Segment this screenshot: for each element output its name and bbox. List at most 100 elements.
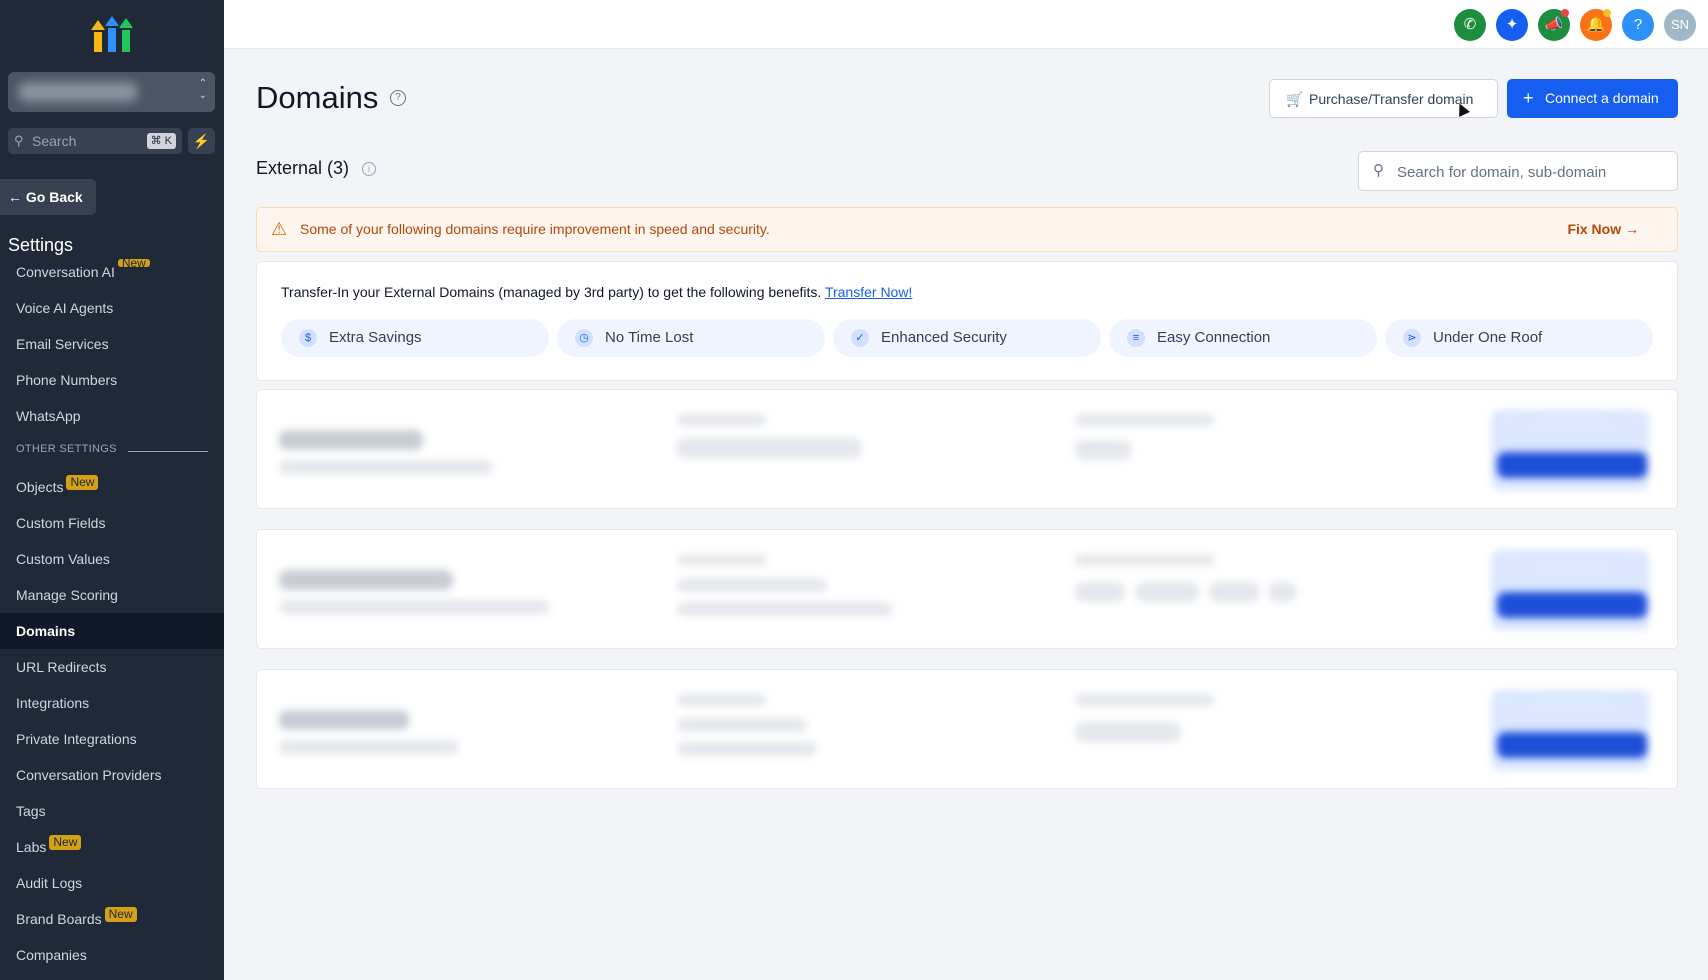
arrow-right-icon: → [1625, 221, 1639, 237]
benefit-label: Easy Connection [1157, 329, 1271, 346]
phone-icon[interactable]: ✆ [1454, 9, 1486, 41]
dollar-icon: $ [299, 329, 317, 347]
sidebar-item-companies[interactable]: Companies [0, 937, 224, 973]
redacted-column-label [1075, 414, 1215, 426]
sidebar-item-audit-logs[interactable]: Audit Logs [0, 865, 224, 901]
new-badge: New [117, 259, 150, 267]
redacted-product-tag [1135, 582, 1199, 602]
sidebar-item-voice-ai-agents[interactable]: Voice AI Agents [0, 290, 224, 326]
transfer-benefits-card: Transfer-In your External Domains (manag… [256, 261, 1678, 381]
sparkle-icon[interactable]: ✦ [1496, 9, 1528, 41]
sidebar-item-domains[interactable]: Domains [0, 613, 224, 649]
redacted-product-tag [1075, 440, 1131, 460]
account-switcher[interactable]: ⌃ ⌄ [8, 72, 215, 112]
redacted-product-tag [1075, 722, 1181, 742]
sidebar-item-label: Domains [16, 623, 76, 639]
sidebar-item-phone-numbers[interactable]: Phone Numbers [0, 362, 224, 398]
other-settings-label: OTHER SETTINGS [16, 443, 117, 455]
connect-domain-button[interactable]: + Connect a domain [1507, 79, 1678, 118]
domain-card[interactable] [256, 529, 1678, 649]
sidebar-item-integrations[interactable]: Integrations [0, 685, 224, 721]
quick-action-bolt-icon[interactable]: ⚡ [188, 128, 215, 154]
sidebar-item-custom-fields[interactable]: Custom Fields [0, 505, 224, 541]
share-icon: ⋗ [1403, 329, 1421, 347]
page-title: Domains [256, 80, 379, 115]
fix-now-link[interactable]: Fix Now → [1567, 208, 1639, 251]
sidebar-item-label: Objects [16, 479, 64, 495]
redacted-domain-subtitle [279, 600, 549, 614]
sidebar-item-label: Integrations [16, 695, 90, 711]
warning-banner: ⚠ Some of your following domains require… [256, 207, 1678, 252]
domain-search[interactable]: ⚲ [1358, 151, 1678, 192]
transfer-lead: Transfer-In your External Domains (manag… [281, 284, 912, 300]
sidebar-item-label: Custom Values [16, 551, 110, 567]
redacted-primary-button[interactable] [1497, 452, 1647, 478]
sliders-icon: ≡ [1127, 329, 1145, 347]
sidebar-item-label: Voice AI Agents [16, 300, 114, 316]
sidebar-item-email-services[interactable]: Email Services [0, 326, 224, 362]
redacted-subdomain [677, 438, 862, 458]
arrow-left-icon: ← [8, 189, 22, 205]
domain-search-input[interactable] [1395, 152, 1669, 192]
external-section-title: External (3) [256, 158, 350, 178]
avatar[interactable]: SN [1664, 9, 1696, 41]
sidebar-item-whatsapp[interactable]: WhatsApp [0, 398, 224, 434]
redacted-manage-button[interactable] [1527, 698, 1617, 718]
redacted-subdomain [677, 602, 892, 616]
megaphone-icon[interactable]: 📣 [1538, 9, 1570, 41]
sidebar-item-url-redirects[interactable]: URL Redirects [0, 649, 224, 685]
sidebar-item-label: Phone Numbers [16, 372, 118, 388]
transfer-now-link[interactable]: Transfer Now! [825, 284, 912, 300]
redacted-domain-subtitle [279, 740, 459, 754]
top-bar: ✆ ✦ 📣 🔔 ? SN [224, 0, 1708, 49]
redacted-primary-button[interactable] [1497, 592, 1647, 618]
redacted-manage-button[interactable] [1527, 418, 1617, 438]
bell-icon[interactable]: 🔔 [1580, 9, 1612, 41]
benefit-under-one-roof: ⋗ Under One Roof [1385, 319, 1653, 357]
sidebar-item-manage-scoring[interactable]: Manage Scoring [0, 577, 224, 613]
sidebar-item-label: Manage Scoring [16, 587, 118, 603]
redacted-column-label [677, 414, 767, 426]
redacted-domain-subtitle [279, 460, 493, 474]
new-badge: New [66, 475, 99, 490]
redacted-column-label [1075, 554, 1215, 566]
domain-card[interactable] [256, 389, 1678, 509]
redacted-subdomain [677, 742, 817, 756]
chevron-updown-icon: ⌃ ⌄ [198, 78, 207, 101]
redacted-manage-button[interactable] [1527, 558, 1617, 578]
go-back-button[interactable]: ← Go Back [0, 179, 96, 215]
redacted-product-tag [1209, 582, 1259, 602]
help-icon[interactable]: ? [1622, 9, 1654, 41]
search-shortcut: ⌘ K [146, 133, 176, 149]
sidebar-item-custom-values[interactable]: Custom Values [0, 541, 224, 577]
benefit-no-time-lost: ◷ No Time Lost [557, 319, 825, 357]
sidebar-item-conversation-ai[interactable]: Conversation AINew [0, 254, 224, 290]
sidebar-item-label: Conversation AI [16, 264, 115, 280]
search-icon: ⚲ [1373, 162, 1384, 179]
sidebar-item-conversation-providers[interactable]: Conversation Providers [0, 757, 224, 793]
redacted-domain-name [279, 710, 409, 730]
info-icon[interactable]: i [362, 162, 376, 176]
redacted-subdomain [677, 578, 827, 592]
warning-text: Some of your following domains require i… [300, 221, 770, 237]
notification-dot [1561, 9, 1569, 17]
sidebar-item-private-integrations[interactable]: Private Integrations [0, 721, 224, 757]
help-circle-icon[interactable]: ? [390, 90, 406, 106]
sidebar-search-placeholder: Search [32, 133, 77, 149]
sidebar-item-tags[interactable]: Tags [0, 793, 224, 829]
redacted-domain-name [279, 430, 423, 450]
sidebar-item-labs[interactable]: Labs New [0, 829, 224, 865]
sidebar-search[interactable]: ⚲ Search ⌘ K [8, 128, 182, 154]
domain-card[interactable] [256, 669, 1678, 789]
sidebar-item-brand-boards[interactable]: Brand Boards New [0, 901, 224, 937]
sidebar-item-objects[interactable]: Objects New [0, 469, 224, 505]
sidebar-item-label: Tags [16, 803, 46, 819]
cart-icon: 🛒 [1286, 91, 1304, 107]
sidebar-item-label: Audit Logs [16, 875, 83, 891]
new-badge: New [49, 835, 82, 850]
go-back-label: Go Back [25, 189, 83, 205]
new-badge: New [104, 907, 137, 922]
redacted-domain-name [279, 570, 453, 590]
sidebar-item-label: Labs [16, 839, 47, 855]
redacted-primary-button[interactable] [1497, 732, 1647, 758]
